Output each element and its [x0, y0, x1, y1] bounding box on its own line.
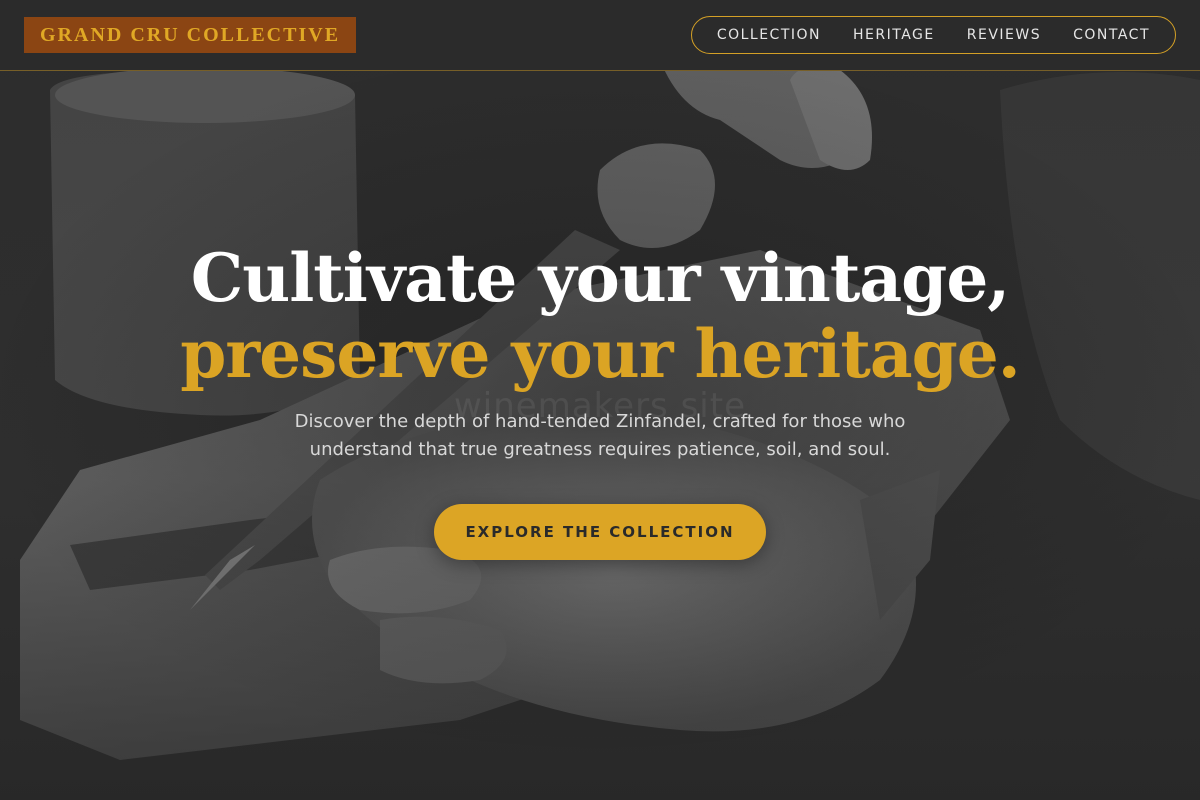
- explore-collection-button[interactable]: EXPLORE THE COLLECTION: [434, 504, 766, 560]
- hero-headline-line2: preserve your heritage.: [180, 315, 1020, 393]
- nav-link-contact[interactable]: CONTACT: [1073, 27, 1150, 43]
- brand-logo-text: GRAND CRU COLLECTIVE: [40, 23, 341, 46]
- nav-link-reviews[interactable]: REVIEWS: [967, 27, 1041, 43]
- brand-logo[interactable]: GRAND CRU COLLECTIVE: [24, 17, 357, 53]
- hero-subtitle: Discover the depth of hand-tended Zinfan…: [294, 411, 906, 460]
- nav-link-heritage[interactable]: HERITAGE: [853, 27, 935, 43]
- hero-section: Cultivate your vintage, preserve your he…: [0, 238, 1200, 390]
- main-navigation: COLLECTION HERITAGE REVIEWS CONTACT: [690, 16, 1176, 54]
- hero-headline: Cultivate your vintage, preserve your he…: [0, 238, 1200, 390]
- nav-link-collection[interactable]: COLLECTION: [717, 27, 821, 43]
- hero-headline-line1: Cultivate your vintage,: [190, 239, 1011, 317]
- site-header: GRAND CRU COLLECTIVE COLLECTION HERITAGE…: [0, 0, 1200, 71]
